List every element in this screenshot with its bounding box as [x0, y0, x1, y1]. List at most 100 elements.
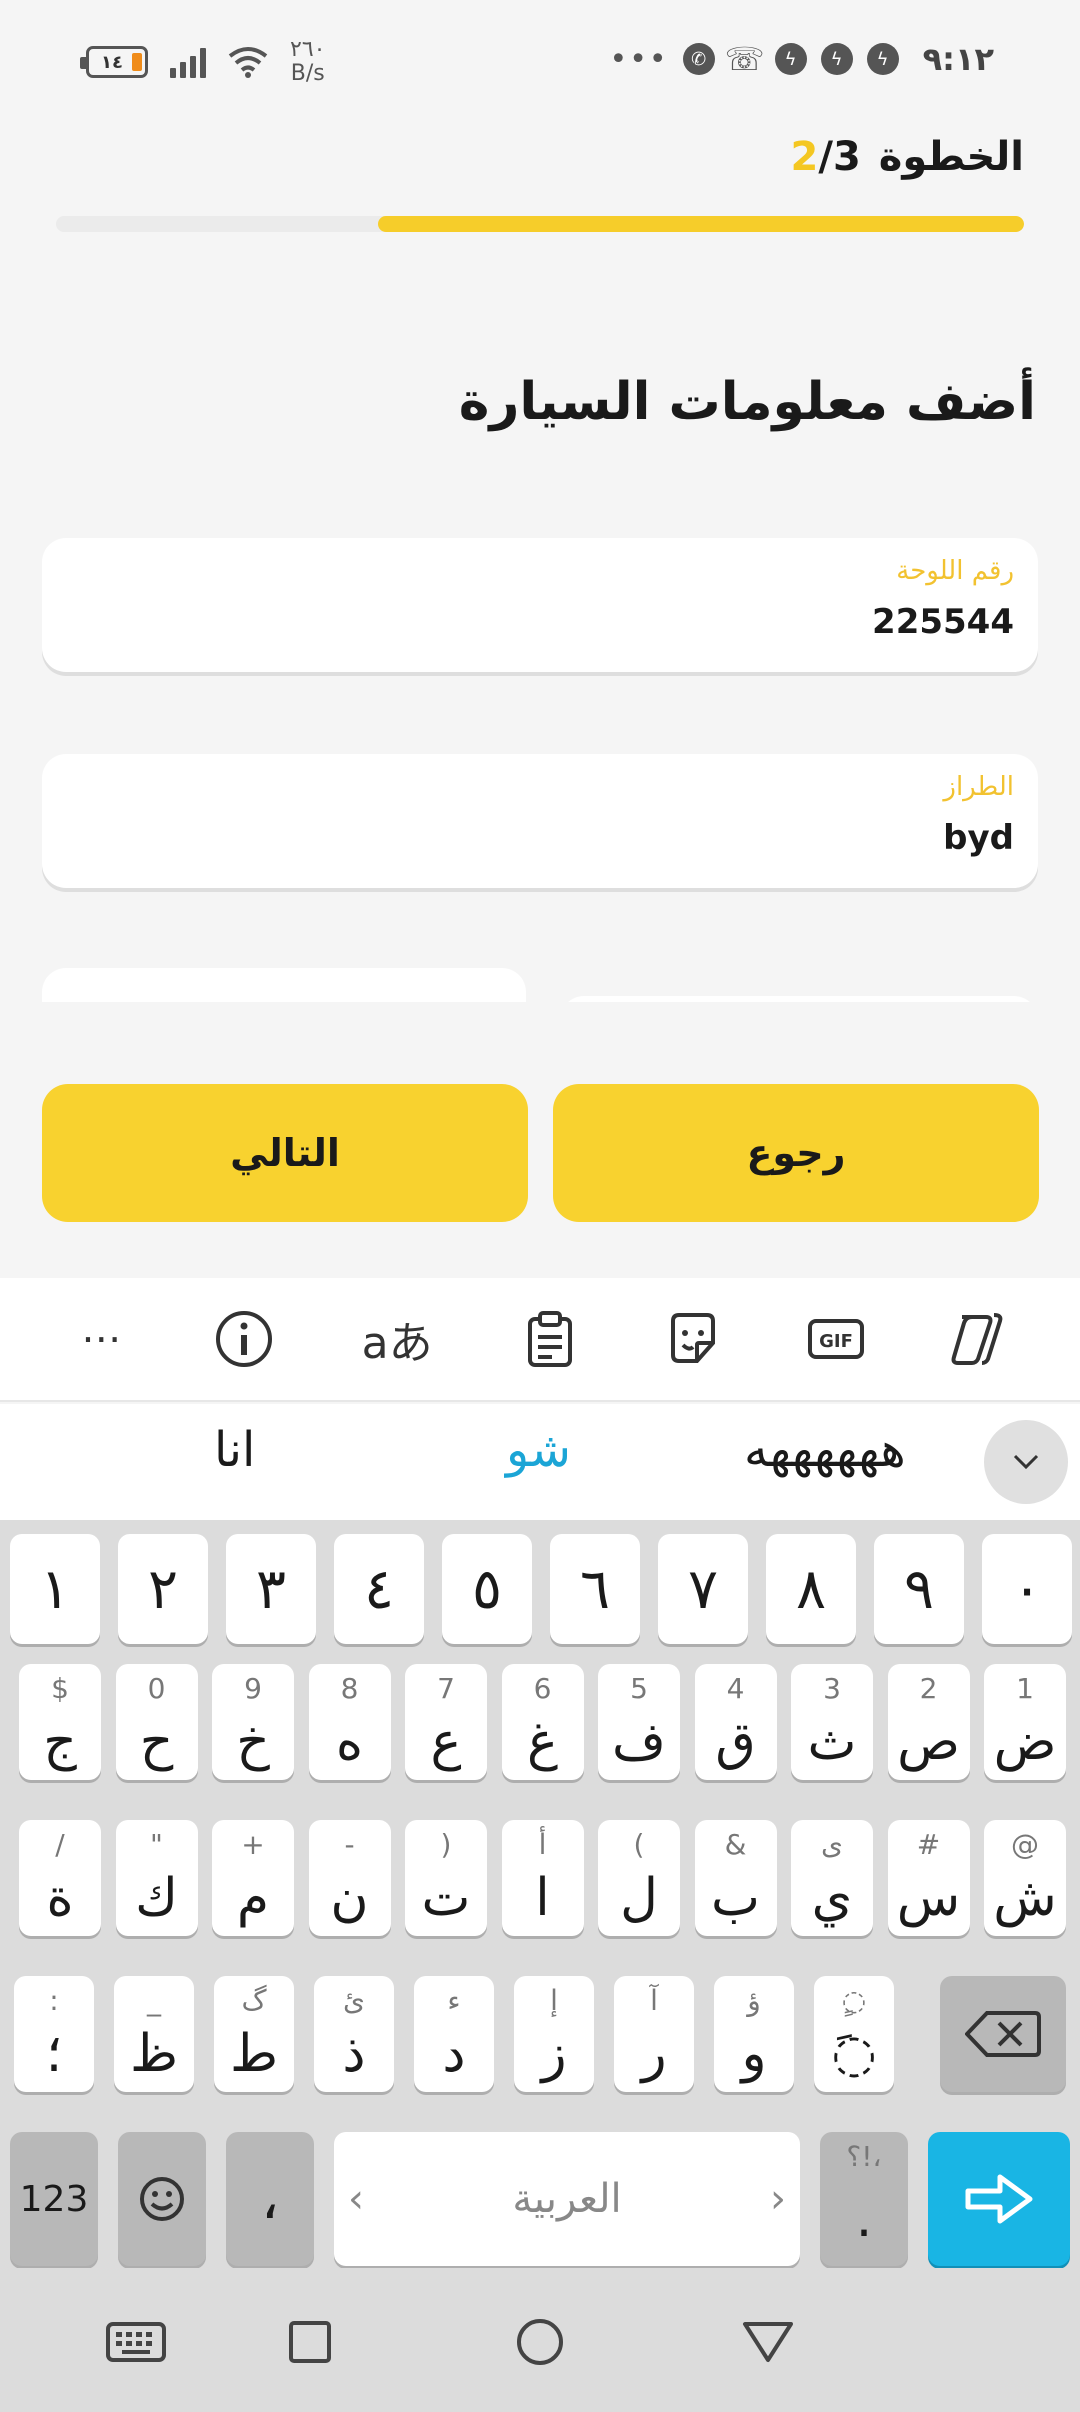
signal-icon — [170, 46, 206, 78]
suggestion-3[interactable]: ههههههه — [744, 1422, 906, 1478]
letter-key[interactable]: 9خ — [212, 1664, 294, 1780]
space-key[interactable]: ‹ العربية › — [334, 2132, 800, 2266]
number-key-label: ٨ — [795, 1556, 827, 1622]
sticker-icon[interactable] — [663, 1309, 723, 1369]
gif-icon-label: GIF — [819, 1331, 853, 1352]
key-hint: 2 — [919, 1672, 938, 1705]
letter-key[interactable]: 8ه — [308, 1664, 391, 1780]
letter-key[interactable]: " ك — [115, 1820, 198, 1936]
step-count: /3 2 — [790, 134, 860, 180]
letter-key[interactable]: -ن — [308, 1820, 391, 1936]
messenger-icon: ϟ — [820, 43, 853, 75]
backspace-key[interactable] — [940, 1976, 1066, 2092]
letter-key[interactable]: ىي — [791, 1820, 873, 1936]
back-button[interactable]: رجوع — [553, 1084, 1039, 1222]
keyboard-switch-icon[interactable] — [106, 2312, 166, 2372]
letter-key[interactable]: $ ج — [19, 1664, 101, 1780]
key-hint: ء — [447, 1984, 461, 2017]
letter-key[interactable]: ) ت — [405, 1820, 487, 1936]
phone-call-icon: ☏ — [724, 40, 765, 78]
key-hint: آ — [650, 1984, 658, 2017]
translate-icon[interactable]: aあ — [357, 1309, 437, 1369]
clipboard-icon[interactable] — [520, 1309, 580, 1369]
letter-key[interactable]: 3ث — [791, 1664, 873, 1780]
letter-key[interactable]: @ ش — [984, 1820, 1066, 1936]
suggestion-2[interactable]: شو — [506, 1422, 571, 1478]
letter-key[interactable]: + م — [212, 1820, 294, 1936]
key-hint: ؤ — [747, 1984, 761, 2017]
battery-level: ١٤ — [101, 51, 123, 73]
info-icon[interactable] — [214, 1309, 274, 1369]
number-key[interactable]: ٣ — [226, 1534, 316, 1644]
key-label: ب — [711, 1868, 760, 1928]
key-label: ص — [897, 1712, 960, 1772]
number-key[interactable]: ٤ — [334, 1534, 424, 1644]
number-key[interactable]: ١ — [10, 1534, 100, 1644]
number-key[interactable]: ٩ — [874, 1534, 964, 1644]
chevron-down-icon — [1013, 1454, 1039, 1470]
comma-key[interactable]: ، — [226, 2132, 314, 2266]
step-label: الخطوة — [878, 134, 1024, 180]
numbers-mode-key[interactable]: 123 — [10, 2132, 98, 2266]
letter-key[interactable]: (ل — [598, 1820, 680, 1936]
scroll-cutoff — [0, 1002, 1080, 1082]
letter-key[interactable]: إز — [514, 1976, 594, 2092]
letter-key[interactable]: گط — [214, 1976, 294, 2092]
letter-key[interactable]: ٍ◌ ◌َ — [814, 1976, 894, 2092]
letter-key[interactable]: 2ص — [887, 1664, 970, 1780]
key-label: ع — [430, 1712, 462, 1772]
status-bar: ١٤ ٢٦٠ B/s ••• ✆ ☏ ϟ ϟ ϟ ٩:١٢ — [0, 0, 1080, 120]
letter-key[interactable]: # س — [887, 1820, 970, 1936]
model-field[interactable]: الطراز byd — [42, 754, 1038, 888]
key-hint: أ — [538, 1828, 547, 1861]
key-hint: گ — [241, 1984, 267, 2017]
key-label: ي — [811, 1868, 853, 1928]
letter-key[interactable]: آر — [614, 1976, 694, 2092]
step-progress-bar — [56, 216, 1024, 232]
number-key[interactable]: ٢ — [118, 1534, 208, 1644]
step-total: /3 — [818, 134, 861, 180]
back-nav-icon[interactable] — [738, 2312, 798, 2372]
key-label: س — [896, 1868, 961, 1928]
number-key[interactable]: ٧ — [658, 1534, 748, 1644]
key-hint: - — [344, 1828, 355, 1861]
letter-key[interactable]: 6غ — [501, 1664, 584, 1780]
number-key[interactable]: ٥ — [442, 1534, 532, 1644]
messenger-icon: ϟ — [774, 43, 807, 75]
letter-key[interactable]: 1ض — [984, 1664, 1066, 1780]
key-hint: 9 — [244, 1672, 262, 1705]
enter-key[interactable] — [928, 2132, 1070, 2266]
letter-key[interactable]: 4ق — [694, 1664, 777, 1780]
letter-key[interactable]: ئذ — [314, 1976, 394, 2092]
key-label: ش — [993, 1868, 1057, 1928]
key-label: ظ — [129, 2024, 179, 2084]
keyboard-keys: ١ ٢ ٣ ٤ ٥ ٦ ٧ ٨ ٩ ٠ 1 ض 2 ص 3 ث 4 ق 5 ف 6 غ 7 ع 8 ه 9 خ 0 ح $ ج @ ش # س ى ي & ب… — [0, 1520, 1080, 2268]
key-label: ن — [330, 1868, 369, 1928]
gif-icon[interactable]: GIF — [806, 1309, 866, 1369]
letter-key[interactable]: & ب — [694, 1820, 777, 1936]
emoji-key[interactable] — [118, 2132, 206, 2266]
letter-key[interactable]: أا — [501, 1820, 584, 1936]
copilot-icon[interactable] — [948, 1309, 1008, 1369]
number-key[interactable]: ٨ — [766, 1534, 856, 1644]
next-button[interactable]: التالي — [42, 1084, 528, 1222]
recents-icon[interactable] — [280, 2312, 340, 2372]
more-icon[interactable]: ⋯ — [71, 1309, 131, 1369]
letter-key[interactable]: 0ح — [115, 1664, 198, 1780]
number-key[interactable]: ٦ — [550, 1534, 640, 1644]
letter-key[interactable]: : ؛ — [14, 1976, 94, 2092]
number-key[interactable]: ٠ — [982, 1534, 1072, 1644]
suggestion-1[interactable]: انا — [214, 1422, 255, 1478]
punctuation-key[interactable]: ؟!،. — [820, 2132, 908, 2266]
letter-key[interactable]: / ة — [19, 1820, 101, 1936]
letter-key[interactable]: _ ظ — [114, 1976, 194, 2092]
home-icon[interactable] — [510, 2312, 570, 2372]
key-hint: 4 — [726, 1672, 745, 1705]
letter-key[interactable]: ؤو — [714, 1976, 794, 2092]
chevron-right-icon: › — [769, 2176, 786, 2222]
letter-key[interactable]: 7ع — [405, 1664, 487, 1780]
collapse-keyboard-button[interactable] — [984, 1420, 1068, 1504]
letter-key[interactable]: ءد — [414, 1976, 494, 2092]
letter-key[interactable]: 5ف — [598, 1664, 680, 1780]
plate-number-field[interactable]: رقم اللوحة 225544 — [42, 538, 1038, 672]
